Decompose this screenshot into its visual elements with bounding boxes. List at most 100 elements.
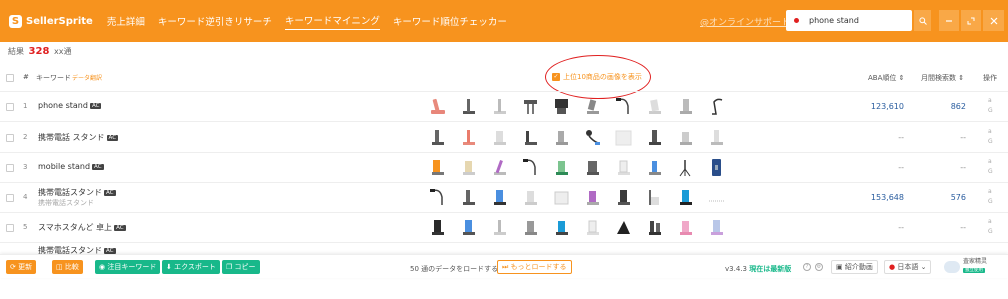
product-thumbnail[interactable] [459, 127, 478, 148]
product-thumbnail[interactable] [583, 217, 602, 238]
product-thumbnail[interactable] [428, 96, 447, 117]
product-thumbnail[interactable] [428, 127, 447, 148]
product-thumbnail[interactable] [583, 157, 602, 178]
row-keyword[interactable]: 携帯電話 スタンド AC [38, 132, 119, 143]
product-thumbnail[interactable] [583, 96, 602, 117]
product-thumbnail[interactable] [583, 127, 602, 148]
nav-rank-checker[interactable]: キーワード順位チェッカー [393, 14, 507, 28]
monthly-search-value[interactable]: 862 [951, 102, 966, 111]
product-thumbnail[interactable] [614, 187, 633, 208]
col-monthly-search[interactable]: 月間検索数 ⇕ [921, 73, 964, 83]
product-thumbnail[interactable] [490, 96, 509, 117]
table-row[interactable]: 4 携帯電話スタンド AC 携帯電話スタンド 153,648 576 aG [0, 182, 1008, 212]
help-icon[interactable]: ? [803, 263, 811, 271]
table-row[interactable]: 1 phone stand AC 123,610 862 aG [0, 91, 1008, 121]
monthly-search-value[interactable]: -- [960, 133, 966, 142]
product-thumbnail[interactable] [707, 217, 726, 238]
product-thumbnail[interactable] [614, 157, 633, 178]
nav-sales-detail[interactable]: 売上詳細 [107, 14, 145, 28]
watch-keyword-button[interactable]: ◉ 注目キーワード [95, 260, 161, 274]
google-link[interactable]: G [988, 197, 993, 207]
product-thumbnail[interactable] [676, 187, 695, 208]
row-keyword[interactable]: phone stand AC [38, 101, 102, 110]
google-link[interactable]: G [988, 137, 993, 147]
product-thumbnail[interactable] [521, 217, 540, 238]
monthly-search-value[interactable]: 576 [951, 193, 966, 202]
product-thumbnail[interactable] [676, 157, 695, 178]
product-thumbnail[interactable] [428, 217, 447, 238]
row-checkbox[interactable] [6, 224, 14, 232]
close-button[interactable] [983, 10, 1004, 31]
monthly-search-value[interactable]: -- [960, 163, 966, 172]
product-thumbnail[interactable] [552, 96, 571, 117]
refresh-button[interactable]: ⟳ 更新 [6, 260, 37, 274]
product-thumbnail[interactable] [676, 96, 695, 117]
amazon-link[interactable]: a [988, 217, 993, 227]
product-thumbnail[interactable] [645, 127, 664, 148]
product-thumbnail[interactable] [645, 217, 664, 238]
product-thumbnail[interactable] [676, 127, 695, 148]
copy-button[interactable]: ❐ コピー [222, 260, 260, 274]
product-thumbnail[interactable] [645, 157, 664, 178]
product-thumbnail[interactable] [707, 96, 726, 117]
select-all-checkbox[interactable] [6, 74, 14, 82]
product-thumbnail[interactable] [583, 187, 602, 208]
row-checkbox[interactable] [6, 164, 14, 172]
search-button[interactable] [914, 10, 931, 31]
product-thumbnail[interactable] [552, 187, 571, 208]
settings-icon[interactable]: ⚙ [815, 263, 823, 271]
product-thumbnail[interactable] [614, 217, 633, 238]
aba-rank-value[interactable]: -- [898, 223, 904, 232]
product-thumbnail[interactable] [459, 96, 478, 117]
search-input[interactable] [809, 16, 905, 25]
product-thumbnail[interactable] [459, 217, 478, 238]
aba-rank-value[interactable]: 123,610 [871, 102, 904, 111]
intro-video-button[interactable]: ▣ 紹介動画 [831, 260, 878, 274]
row-checkbox[interactable] [6, 194, 14, 202]
product-thumbnail[interactable] [552, 127, 571, 148]
product-thumbnail[interactable] [490, 127, 509, 148]
export-button[interactable]: ⬇ エクスポート [162, 260, 220, 274]
product-thumbnail[interactable] [552, 217, 571, 238]
product-thumbnail[interactable] [459, 157, 478, 178]
expand-button[interactable] [961, 10, 981, 31]
load-more-button[interactable]: ⏭ もっとロードする [497, 260, 572, 274]
nav-reverse-keyword[interactable]: キーワード逆引きリサーチ [158, 14, 272, 28]
product-thumbnail[interactable] [521, 187, 540, 208]
product-thumbnail[interactable] [676, 217, 695, 238]
product-thumbnail[interactable] [614, 127, 633, 148]
product-thumbnail[interactable] [645, 187, 664, 208]
row-checkbox[interactable] [6, 103, 14, 111]
monthly-search-value[interactable]: -- [960, 223, 966, 232]
compare-button[interactable]: ◫ 比較 [52, 260, 83, 274]
row-checkbox[interactable] [6, 134, 14, 142]
amazon-link[interactable]: a [988, 96, 993, 106]
product-thumbnail[interactable] [552, 157, 571, 178]
translate-toggle[interactable]: データ翻訳 [72, 73, 102, 82]
product-thumbnail[interactable] [614, 96, 633, 117]
row-keyword[interactable]: スマホスタんど 卓上 AC [38, 222, 126, 233]
row-keyword[interactable]: 携帯電話スタンド AC [38, 245, 116, 254]
online-support-link[interactable]: @オンラインサポート [700, 15, 790, 28]
row-keyword[interactable]: mobile stand AC [38, 162, 104, 171]
product-thumbnail[interactable] [707, 187, 726, 208]
google-link[interactable]: G [988, 227, 993, 237]
product-thumbnail[interactable] [521, 96, 540, 117]
nav-keyword-mining[interactable]: キーワードマイニング [284, 13, 380, 30]
table-row[interactable]: 携帯電話スタンド AC [0, 242, 1008, 254]
aba-rank-value[interactable]: -- [898, 163, 904, 172]
amazon-link[interactable]: a [988, 187, 993, 197]
col-aba-rank[interactable]: ABA順位 ⇕ [868, 73, 904, 83]
product-thumbnail[interactable] [645, 96, 664, 117]
amazon-link[interactable]: a [988, 157, 993, 167]
product-thumbnail[interactable] [428, 157, 447, 178]
google-link[interactable]: G [988, 167, 993, 177]
product-thumbnail[interactable] [707, 157, 726, 178]
product-thumbnail[interactable] [707, 127, 726, 148]
product-thumbnail[interactable] [428, 187, 447, 208]
product-thumbnail[interactable] [490, 157, 509, 178]
product-thumbnail[interactable] [459, 187, 478, 208]
aba-rank-value[interactable]: -- [898, 133, 904, 142]
minimize-button[interactable] [939, 10, 959, 31]
product-thumbnail[interactable] [490, 187, 509, 208]
